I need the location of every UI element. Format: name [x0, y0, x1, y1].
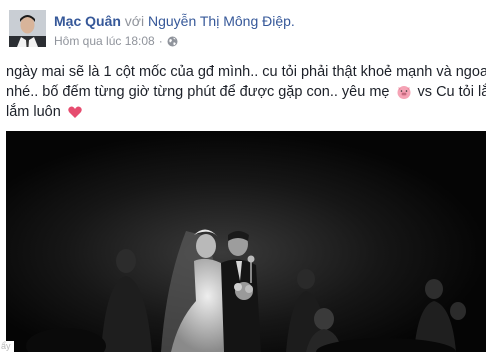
avatar-image [9, 10, 46, 47]
post-text-line-with-emoji: nhé.. bố đếm từng giờ từng phút để được … [6, 82, 486, 102]
post-header: Mạc Quân với Nguyễn Thị Mông Điệp. [54, 13, 295, 30]
post-text-line: ngày mai sẽ là 1 cột mốc của gđ mình.. c… [6, 64, 486, 80]
corner-watermark-text: ẩy [0, 341, 14, 352]
globe-icon[interactable] [167, 36, 178, 47]
pig-emoji-icon [396, 84, 412, 100]
author-avatar[interactable] [9, 10, 46, 47]
post-text: ngày mai sẽ là 1 cột mốc của gđ mình.. c… [6, 62, 486, 122]
post-meta: Hôm qua lúc 18:08 · [54, 34, 178, 48]
post-text-line-with-emoji: lắm luôn [6, 102, 486, 122]
post-text-segment: lắm luôn [6, 104, 61, 120]
post-timestamp-link[interactable]: Hôm qua lúc 18:08 [54, 34, 155, 48]
author-name-link[interactable]: Mạc Quân [54, 13, 121, 29]
wedding-photo-image [6, 131, 486, 352]
meta-separator: · [158, 34, 163, 48]
post-text-segment: vs Cu tỏi lắm [417, 84, 486, 100]
heart-emoji-icon [67, 104, 83, 120]
post-photo[interactable] [6, 131, 486, 352]
post-text-segment: nhé.. bố đếm từng giờ từng phút để được … [6, 84, 390, 100]
tagged-person-link[interactable]: Nguyễn Thị Mông Điệp. [148, 13, 295, 29]
with-word: với [124, 13, 145, 29]
facebook-post: Mạc Quân với Nguyễn Thị Mông Điệp. Hôm q… [0, 0, 486, 352]
